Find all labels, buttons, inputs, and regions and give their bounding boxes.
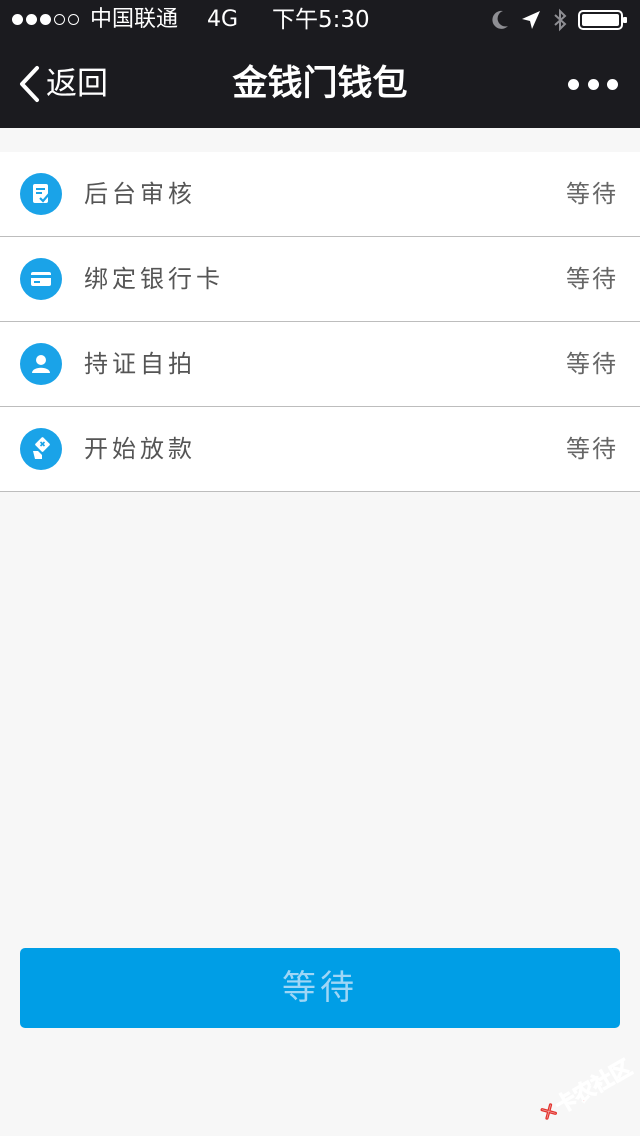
- battery-icon: [578, 10, 627, 30]
- wait-button[interactable]: 等待: [20, 948, 620, 1028]
- step-id-selfie: 持证自拍 等待: [0, 322, 640, 407]
- location-arrow-icon: [522, 11, 540, 29]
- bank-card-icon: [20, 258, 62, 300]
- review-document-icon: [20, 173, 62, 215]
- progress-steps-list: 后台审核 等待 绑定银行卡 等待 持证自拍 等待 开始放款 等待: [0, 152, 640, 492]
- step-label: 后台审核: [84, 180, 196, 208]
- status-bar: 中国联通 4G 下午5:30: [0, 0, 640, 40]
- step-backend-review: 后台审核 等待: [0, 152, 640, 237]
- bluetooth-icon: [554, 8, 567, 32]
- back-label: 返回: [46, 66, 108, 102]
- carrier-name: 中国联通: [90, 7, 179, 32]
- step-status: 等待: [566, 435, 618, 463]
- payout-icon: [20, 428, 62, 470]
- step-label: 持证自拍: [84, 350, 196, 378]
- watermark-text: 卡农社区: [551, 1055, 637, 1119]
- user-icon: [20, 343, 62, 385]
- navigation-bar: 返回 金钱门钱包: [0, 40, 640, 128]
- status-time: 下午5:30: [272, 7, 370, 33]
- more-dots-icon[interactable]: [568, 70, 618, 98]
- network-type: 4G: [207, 7, 239, 32]
- step-bind-bank-card: 绑定银行卡 等待: [0, 237, 640, 322]
- chevron-left-icon: [20, 66, 39, 102]
- page-title: 金钱门钱包: [232, 64, 408, 104]
- step-status: 等待: [566, 265, 618, 293]
- moon-icon: [492, 10, 508, 29]
- status-icons: [490, 8, 628, 32]
- watermark-logo: 卡农社区: [529, 1041, 640, 1136]
- step-label: 开始放款: [84, 435, 196, 463]
- step-status: 等待: [566, 180, 618, 208]
- back-button[interactable]: 返回: [18, 62, 108, 106]
- step-start-payout: 开始放款 等待: [0, 407, 640, 492]
- signal-strength-icon: [12, 14, 79, 25]
- step-label: 绑定银行卡: [84, 265, 224, 293]
- step-status: 等待: [566, 350, 618, 378]
